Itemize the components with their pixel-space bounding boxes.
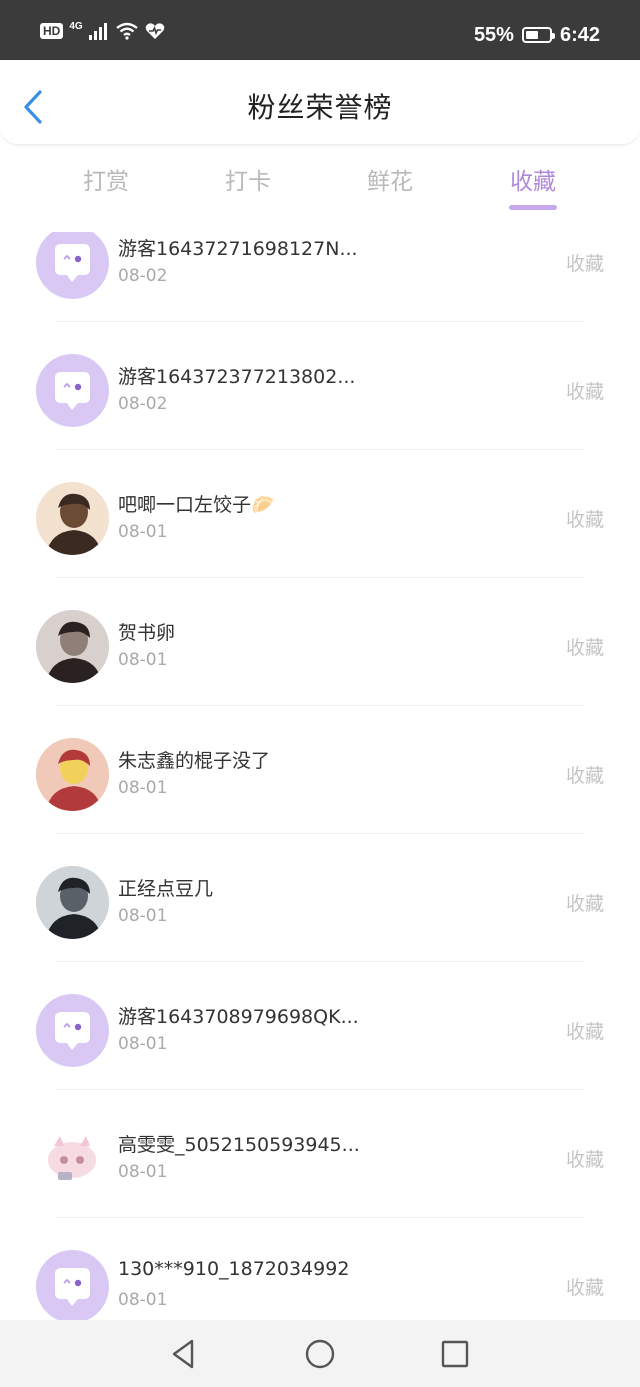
favorite-date: 08-02: [118, 394, 168, 414]
user-name: 贺书卵: [118, 622, 176, 644]
tab-favorites[interactable]: 收藏: [473, 162, 593, 196]
user-name: 朱志鑫的棍子没了: [118, 750, 271, 772]
user-name: 高雯雯_5052150593945...: [118, 1134, 360, 1156]
back-triangle-icon: [172, 1339, 194, 1369]
favorite-date: 08-01: [118, 650, 168, 670]
cartoon-sticker-icon: [48, 1136, 96, 1180]
nav-back-button[interactable]: [166, 1336, 202, 1372]
clock: 6:42: [559, 24, 600, 46]
favorite-action-label[interactable]: 收藏: [566, 377, 604, 404]
favorite-action-label[interactable]: 收藏: [566, 633, 604, 660]
home-circle-icon: [305, 1339, 335, 1369]
user-photo-icon: [36, 610, 109, 683]
list-item[interactable]: 贺书卵 08-01 收藏: [0, 578, 640, 706]
user-photo-icon: [36, 482, 109, 555]
list-item[interactable]: 游客1643708979698QK... 08-01 收藏: [0, 962, 640, 1090]
avatar[interactable]: [36, 610, 109, 683]
chat-bubble-icon: [55, 1268, 90, 1306]
list-item[interactable]: 游客16437271698127N... 08-02 收藏: [0, 232, 640, 322]
user-name: 正经点豆几: [118, 878, 214, 900]
avatar[interactable]: [36, 232, 109, 299]
active-tab-indicator: [509, 205, 557, 210]
signal-icon: [88, 23, 107, 40]
tab-flowers[interactable]: 鲜花: [330, 162, 450, 196]
recents-square-icon: [441, 1340, 469, 1368]
battery-level: [525, 31, 538, 39]
tab-checkin[interactable]: 打卡: [188, 162, 308, 196]
hd-icon: HD: [40, 23, 64, 39]
favorite-action-label[interactable]: 收藏: [566, 249, 604, 276]
favorite-date: 08-01: [118, 778, 168, 798]
status-left: HD 4G: [40, 22, 165, 40]
status-right: 55% 6:42: [474, 22, 600, 48]
chat-bubble-icon: [55, 372, 90, 410]
favorite-date: 08-01: [118, 1162, 168, 1182]
favorite-date: 08-01: [118, 906, 168, 926]
system-nav-bar: [0, 1320, 640, 1387]
heart-pulse-icon: [145, 23, 164, 39]
favorite-date: 08-01: [118, 1290, 168, 1310]
list-item[interactable]: 高雯雯_5052150593945... 08-01 收藏: [0, 1090, 640, 1218]
chat-bubble-icon: [55, 1012, 90, 1050]
avatar[interactable]: [36, 738, 109, 811]
tab-reward[interactable]: 打赏: [46, 162, 166, 196]
favorite-action-label[interactable]: 收藏: [566, 1017, 604, 1044]
user-photo-icon: [36, 866, 109, 939]
favorite-date: 08-01: [118, 1034, 168, 1054]
user-name: 吧唧一口左饺子🥟: [118, 494, 275, 516]
nav-home-button[interactable]: [302, 1336, 338, 1372]
avatar[interactable]: [36, 482, 109, 555]
list-item[interactable]: 吧唧一口左饺子🥟 08-01 收藏: [0, 450, 640, 578]
chat-bubble-icon: [55, 244, 90, 282]
favorite-action-label[interactable]: 收藏: [566, 1145, 604, 1172]
nav-recents-button[interactable]: [437, 1336, 473, 1372]
favorite-action-label[interactable]: 收藏: [566, 505, 604, 532]
user-name: 游客164372377213802...: [118, 366, 356, 388]
list-item[interactable]: 正经点豆几 08-01 收藏: [0, 834, 640, 962]
favorite-action-label[interactable]: 收藏: [566, 889, 604, 916]
user-name: 130***910_1872034992: [118, 1258, 350, 1280]
favorite-date: 08-02: [118, 266, 168, 286]
battery-tip: [551, 33, 555, 39]
page-title: 粉丝荣誉榜: [247, 91, 393, 124]
network-type-label: 4G: [69, 21, 83, 32]
battery-icon: [521, 27, 555, 43]
user-photo-icon: [36, 738, 109, 811]
fan-list[interactable]: 游客16437271698127N... 08-02 收藏 游客16437237721…: [0, 232, 640, 1320]
page-header: 粉丝荣誉榜: [0, 60, 640, 145]
favorite-action-label[interactable]: 收藏: [566, 1273, 604, 1300]
avatar[interactable]: [36, 1250, 109, 1320]
list-item[interactable]: 130***910_1872034992 08-01 收藏: [0, 1218, 640, 1320]
avatar[interactable]: [36, 354, 109, 427]
avatar[interactable]: [36, 994, 109, 1067]
list-item[interactable]: 游客164372377213802... 08-02 收藏: [0, 322, 640, 450]
status-bar: HD 4G 55% 6:42: [0, 0, 640, 60]
favorite-action-label[interactable]: 收藏: [566, 761, 604, 788]
wifi-icon: [115, 22, 138, 40]
battery-percent: 55%: [473, 24, 514, 46]
user-name: 游客1643708979698QK...: [118, 1006, 359, 1028]
favorite-date: 08-01: [118, 522, 168, 542]
user-name: 游客16437271698127N...: [118, 238, 358, 260]
avatar[interactable]: [36, 866, 109, 939]
list-item[interactable]: 朱志鑫的棍子没了 08-01 收藏: [0, 706, 640, 834]
avatar[interactable]: [36, 1122, 109, 1195]
